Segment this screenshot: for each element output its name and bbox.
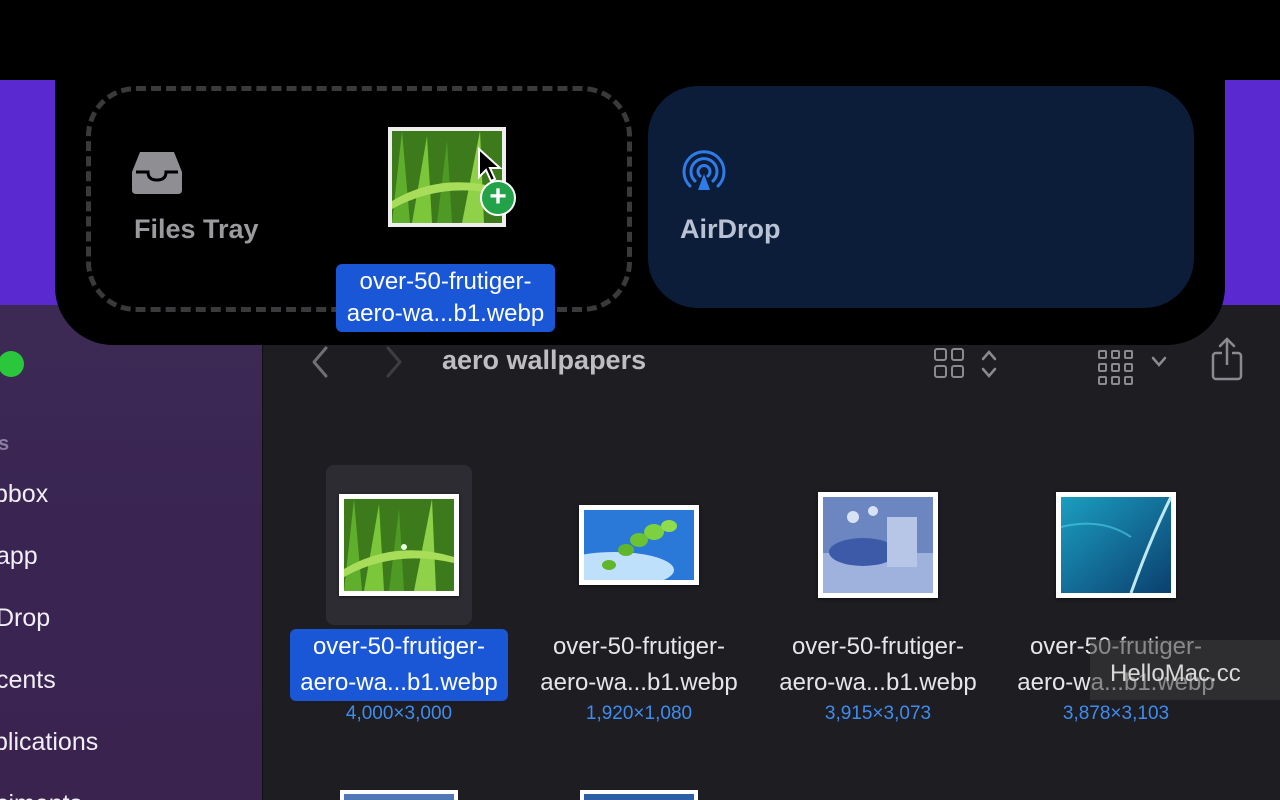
icon-view-icon <box>934 348 964 378</box>
folder-title: aero wallpapers <box>442 345 647 375</box>
file-thumbnail <box>579 505 699 585</box>
file-name: over-50-frutiger- aero-wa...b1.webp <box>290 629 508 701</box>
file-name-line1: over-50-frutiger- <box>312 633 486 660</box>
files-tray-label: Files Tray <box>134 214 259 244</box>
file-thumbnail <box>818 492 938 598</box>
finder-window: s pbox app Drop cents plications ciments… <box>0 305 1280 800</box>
file-thumbnail <box>1056 492 1176 598</box>
airdrop-label: AirDrop <box>680 214 781 244</box>
cursor-icon <box>478 147 503 183</box>
file-thumbnail-container <box>326 465 472 625</box>
file-dimensions: 1,920×1,080 <box>585 703 693 724</box>
file-item[interactable]: over-50-frutiger- aero-wa...b1.webp 4,00… <box>284 465 514 725</box>
finder-content: aero wallpapers over-50-frutiger- aero-w… <box>264 305 1280 800</box>
forward-chevron-icon[interactable] <box>384 345 404 379</box>
file-item[interactable]: over-50-frutiger- aero-wa...b1.webp 3,91… <box>763 465 993 725</box>
file-thumbnail-container <box>805 465 951 625</box>
finder-sidebar: s pbox app Drop cents plications ciments <box>0 305 263 800</box>
file-name-line2: aero-wa...b1.webp <box>540 669 738 696</box>
file-thumbnail <box>339 494 459 596</box>
sidebar-item-app[interactable]: app <box>0 542 38 571</box>
sidebar-item-airdrop[interactable]: Drop <box>0 604 50 633</box>
chevron-down-icon[interactable] <box>1150 355 1168 369</box>
sidebar-item-applications[interactable]: plications <box>0 728 98 757</box>
file-item[interactable]: over-50-frutiger- aero-wa...b1.webp 1,92… <box>524 465 754 725</box>
sidebar-item-documents[interactable]: ciments <box>0 790 82 800</box>
airdrop-drop-zone[interactable] <box>648 86 1194 308</box>
tray-icon <box>132 152 182 194</box>
file-thumbnail-container <box>1043 465 1189 625</box>
desktop-background-right <box>1220 80 1280 310</box>
zoom-window-button[interactable] <box>0 351 24 377</box>
share-icon[interactable] <box>1210 337 1244 381</box>
sidebar-item-recents[interactable]: cents <box>0 666 56 695</box>
file-name-line2: aero-wa...b1.webp <box>779 669 977 696</box>
group-by-button[interactable] <box>1098 350 1133 385</box>
file-thumbnail-container <box>566 465 712 625</box>
group-by-icon <box>1098 350 1133 385</box>
add-plus-icon: + <box>480 180 516 216</box>
sidebar-section-header: s <box>0 433 10 455</box>
airdrop-icon <box>682 150 726 190</box>
file-name-line1: over-50-frutiger- <box>552 633 726 660</box>
file-dimensions: 4,000×3,000 <box>345 703 453 724</box>
sidebar-item-dropbox[interactable]: pbox <box>0 480 48 509</box>
file-name: over-50-frutiger- aero-wa...b1.webp <box>769 629 986 701</box>
file-thumbnail-partial[interactable] <box>340 790 458 800</box>
file-thumbnail-partial[interactable] <box>580 790 698 800</box>
view-options-chevron-icon[interactable] <box>980 347 998 381</box>
file-dimensions: 3,878×3,103 <box>1062 703 1170 724</box>
file-name-line1: over-50-frutiger- <box>791 633 965 660</box>
desktop-background-left <box>0 80 60 310</box>
watermark: HelloMac.cc <box>1090 640 1280 700</box>
file-dimensions: 3,915×3,073 <box>824 703 932 724</box>
file-name: over-50-frutiger- aero-wa...b1.webp <box>530 629 747 701</box>
dragged-file-name: over-50-frutiger-aero-wa...b1.webp <box>336 264 555 332</box>
icon-view-button[interactable] <box>934 348 964 378</box>
file-name-line2: aero-wa...b1.webp <box>300 669 498 696</box>
back-chevron-icon[interactable] <box>310 345 330 379</box>
